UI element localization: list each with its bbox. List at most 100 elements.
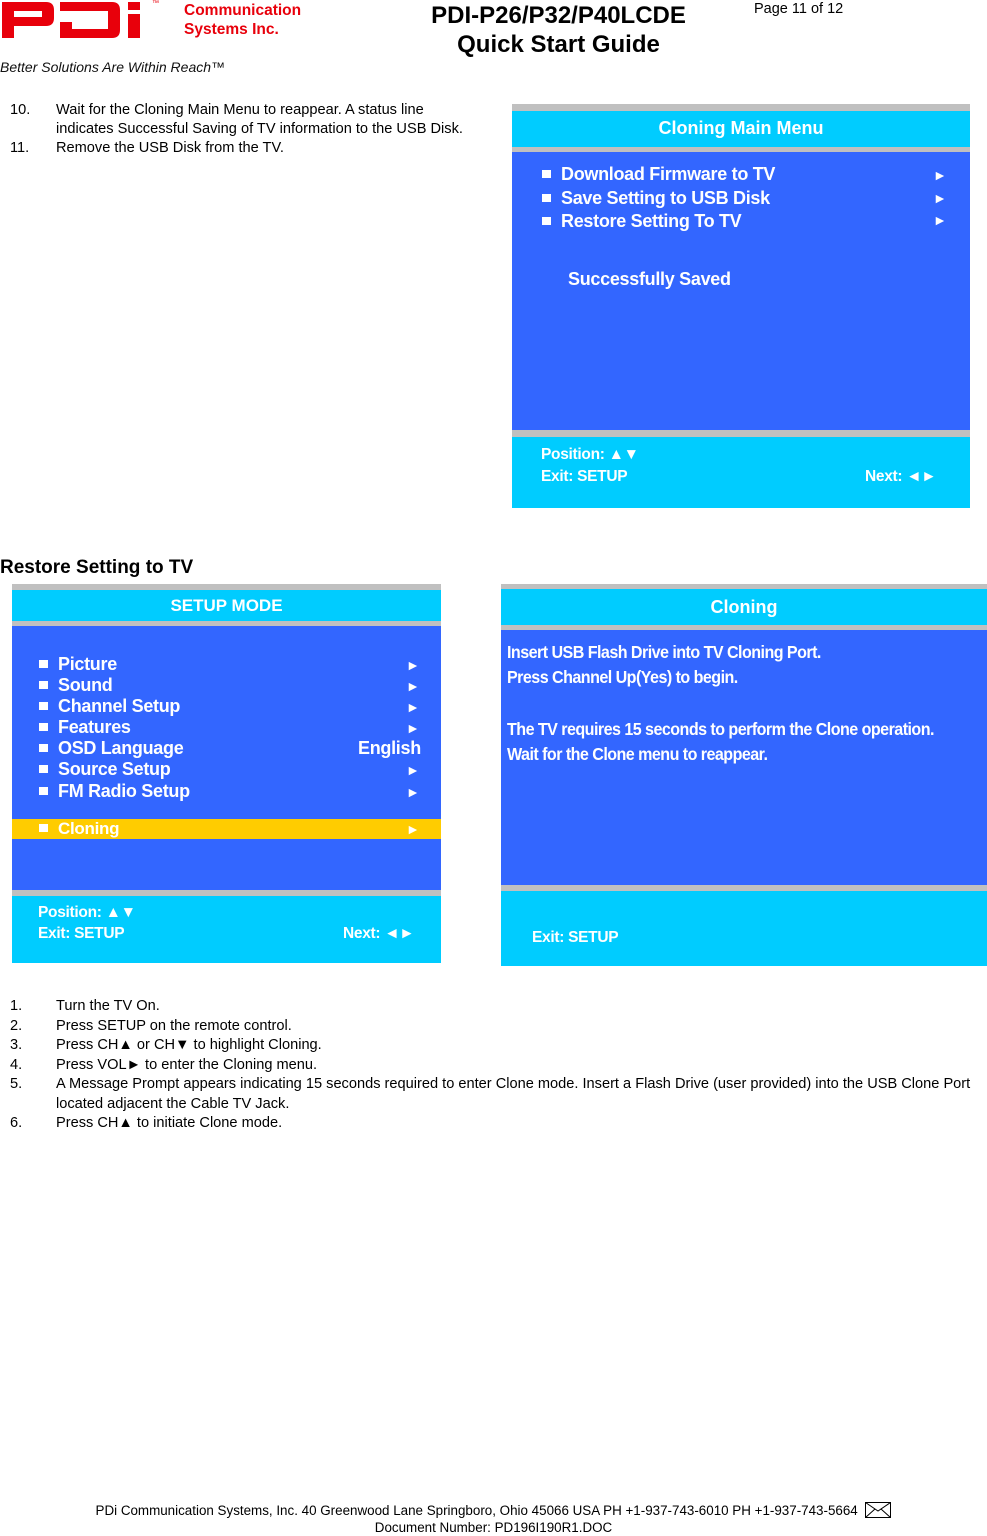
position-hint: Position: ▲▼	[38, 904, 136, 921]
separator-bar	[512, 430, 970, 437]
exit-hint: Exit: SETUP	[532, 929, 619, 946]
company-name-line2: Systems Inc.	[184, 21, 279, 38]
list-item: 5. A Message Prompt appears indicating 15…	[10, 1075, 987, 1114]
status-line: Successfully Saved	[568, 269, 731, 289]
arrow-right-icon: ►	[933, 167, 947, 183]
bullet-icon	[39, 681, 48, 689]
company-name: Communication Systems Inc.	[184, 1, 301, 39]
footer-address-line: PDi Communication Systems, Inc. 40 Green…	[0, 1502, 987, 1519]
bullet-icon	[39, 787, 48, 795]
menu-item-cloning-highlighted[interactable]: Cloning ►	[12, 819, 441, 839]
menu-item-cloning: Cloning	[39, 819, 119, 839]
menu-item-osd-language[interactable]: OSD Language	[39, 738, 184, 759]
osd-footer-bar: Exit: SETUP	[501, 891, 987, 966]
bullet-icon	[39, 765, 48, 773]
company-name-line1: Communication	[184, 2, 302, 19]
bullet-icon	[39, 702, 48, 710]
arrow-right-icon: ►	[406, 720, 420, 736]
step-text: Press CH▲ to initiate Clone mode.	[56, 1115, 283, 1131]
menu-item-label: Features	[58, 717, 131, 737]
osd-footer-bar: Position: ▲▼ Exit: SETUP Next: ◄►	[12, 896, 441, 963]
arrow-right-icon: ►	[406, 784, 420, 800]
arrow-right-icon: ►	[406, 762, 420, 778]
bullet-icon	[39, 723, 48, 731]
trademark-mark: ™	[152, 0, 159, 7]
company-address: PDi Communication Systems, Inc. 40 Green…	[95, 1503, 858, 1518]
menu-item-fm-radio-setup[interactable]: FM Radio Setup	[39, 781, 190, 802]
page-footer: PDi Communication Systems, Inc. 40 Green…	[0, 1502, 987, 1536]
menu-item-label: Save Setting to USB Disk	[561, 188, 770, 208]
bullet-icon	[542, 170, 551, 178]
envelope-icon-glyph	[865, 1502, 892, 1518]
restore-steps-list: 1. Turn the TV On. 2. Press SETUP on the r…	[10, 997, 987, 1134]
osd-title: Cloning	[710, 597, 778, 617]
step-text: Remove the USB Disk from the TV.	[56, 140, 284, 156]
step-number: 5.	[10, 1076, 23, 1092]
step-number: 10.	[10, 102, 31, 118]
menu-item-sound[interactable]: Sound	[39, 675, 113, 696]
list-item: 6. Press CH▲ to initiate Clone mode.	[10, 1114, 987, 1134]
bullet-icon	[39, 744, 48, 752]
bullet-icon	[39, 660, 48, 668]
osd-footer-bar: Position: ▲▼ Exit: SETUP Next: ◄►	[512, 437, 970, 508]
step-text: Turn the TV On.	[56, 998, 160, 1014]
osd-menu-body: Picture ► Sound ► Channel Setup ► Featur…	[12, 626, 441, 890]
document-number: Document Number: PD196I190R1.DOC	[374, 1520, 613, 1535]
prompt-line: Press Channel Up(Yes) to begin.	[507, 667, 738, 687]
bullet-icon	[542, 194, 551, 202]
step-number: 11.	[10, 140, 30, 156]
menu-item-label: Channel Setup	[58, 696, 181, 716]
menu-item-label: FM Radio Setup	[58, 781, 190, 801]
menu-item-channel-setup[interactable]: Channel Setup	[39, 696, 180, 717]
tagline: Better Solutions Are Within Reach™	[0, 59, 226, 75]
list-item: 11. Remove the USB Disk from the TV.	[10, 139, 480, 158]
step-text: A Message Prompt appears indicating 15 s…	[56, 1076, 971, 1112]
step-number: 6.	[10, 1115, 23, 1131]
envelope-icon[interactable]	[865, 1502, 892, 1518]
menu-item-label: Cloning	[58, 819, 120, 838]
list-item: 1. Turn the TV On.	[10, 997, 987, 1017]
prompt-line: Insert USB Flash Drive into TV Cloning P…	[507, 642, 821, 662]
position-hint: Position: ▲▼	[541, 446, 639, 463]
bullet-icon	[542, 217, 551, 225]
prompt-line: The TV requires 15 seconds to perform th…	[507, 719, 934, 739]
osd-language-value: English	[358, 738, 421, 758]
osd-title-bar: SETUP MODE	[12, 590, 441, 621]
menu-item-label: Source Setup	[58, 759, 171, 779]
osd-title: Cloning Main Menu	[658, 118, 824, 138]
document-title: PDI-P26/P32/P40LCDE Quick Start Guide	[400, 1, 717, 59]
step-number: 4.	[10, 1056, 23, 1073]
arrow-right-icon: ►	[406, 821, 420, 837]
exit-hint: Exit: SETUP	[38, 925, 125, 942]
setup-mode-screen: SETUP MODE Picture ► Sound ► Channel Set…	[12, 584, 441, 964]
osd-menu-body: Download Firmware to TV ► Save Setting t…	[512, 152, 970, 430]
bullet-icon	[39, 824, 48, 832]
menu-item-label: Picture	[58, 654, 117, 674]
menu-item-source-setup[interactable]: Source Setup	[39, 759, 171, 780]
menu-item-label: Download Firmware to TV	[561, 164, 776, 184]
menu-item-label: OSD Language	[58, 738, 184, 758]
osd-title: SETUP MODE	[170, 596, 283, 615]
osd-title-bar: Cloning Main Menu	[512, 111, 970, 147]
separator-bar	[512, 104, 970, 111]
document-title-line2: Quick Start Guide	[457, 31, 660, 58]
list-item: 2. Press SETUP on the remote control.	[10, 1017, 987, 1037]
menu-item-download-firmware[interactable]: Download Firmware to TV	[542, 164, 775, 185]
pdi-logo	[2, 2, 162, 38]
osd-message-body: Insert USB Flash Drive into TV Cloning P…	[501, 630, 987, 885]
menu-item-save-setting[interactable]: Save Setting to USB Disk	[542, 188, 770, 209]
menu-item-label: Sound	[58, 675, 113, 695]
prompt-line: Wait for the Clone menu to reappear.	[507, 744, 768, 764]
arrow-right-icon: ►	[406, 678, 420, 694]
menu-item-restore-setting[interactable]: Restore Setting To TV	[542, 211, 742, 232]
arrow-right-icon: ►	[933, 190, 947, 206]
menu-item-features[interactable]: Features	[39, 717, 131, 738]
menu-item-picture[interactable]: Picture	[39, 654, 117, 675]
step-text: Press SETUP on the remote control.	[56, 1017, 292, 1034]
step-text: Press CH▲ or CH▼ to highlight Cloning.	[56, 1037, 322, 1053]
next-hint: Next: ◄►	[343, 925, 415, 942]
list-item: 3. Press CH▲ or CH▼ to highlight Cloning.	[10, 1036, 987, 1056]
list-item: 10. Wait for the Cloning Main Menu to re…	[10, 101, 480, 139]
save-steps-list: 10. Wait for the Cloning Main Menu to re…	[10, 101, 480, 158]
step-text: Press VOL► to enter the Cloning menu.	[56, 1056, 318, 1073]
